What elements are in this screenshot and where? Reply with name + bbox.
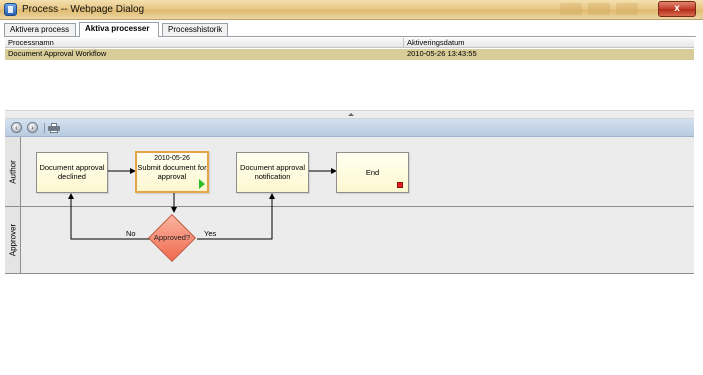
end-label: End bbox=[365, 168, 380, 177]
title-bar: Process -- Webpage Dialog x bbox=[0, 0, 703, 20]
tab-aktivera-process[interactable]: Aktivera process bbox=[4, 23, 76, 36]
close-button[interactable]: x bbox=[658, 1, 696, 17]
back-icon[interactable]: ‹ bbox=[11, 122, 22, 133]
edge-label-no: No bbox=[126, 229, 136, 238]
task-document-approval-declined[interactable]: Document approval declined bbox=[36, 152, 108, 193]
task-submit-document[interactable]: 2010-05-26 Submit document for approval bbox=[135, 151, 209, 193]
task-label: Document approval notification bbox=[239, 163, 306, 181]
decision-approved[interactable]: Approved? bbox=[147, 213, 197, 263]
print-icon[interactable] bbox=[48, 123, 60, 133]
task-date: 2010-05-26 bbox=[154, 155, 190, 162]
forward-icon[interactable]: › bbox=[27, 122, 38, 133]
task-label: Document approval declined bbox=[39, 163, 105, 181]
diagram-toolbar: ‹ › bbox=[5, 119, 694, 137]
edge-label-yes: Yes bbox=[204, 229, 217, 238]
column-header-aktiveringsdatum[interactable]: Aktiveringsdatum bbox=[407, 38, 465, 48]
collapse-up-icon[interactable] bbox=[348, 113, 354, 116]
ie-window-icon bbox=[4, 3, 17, 16]
window-controls bbox=[554, 3, 649, 16]
process-list-header: Processnamn Aktiveringsdatum bbox=[5, 38, 694, 48]
decision-label: Approved? bbox=[153, 233, 191, 242]
stop-icon bbox=[397, 182, 403, 188]
task-label: Submit document for approval bbox=[137, 163, 207, 181]
process-name-cell: Document Approval Workflow bbox=[8, 49, 107, 58]
process-list: Processnamn Aktiveringsdatum Document Ap… bbox=[5, 38, 694, 110]
toolbar-separator bbox=[44, 123, 45, 133]
activation-date-cell: 2010-05-26 13:43:55 bbox=[407, 49, 477, 58]
lane-label-approver: Approver bbox=[8, 223, 17, 257]
end-node[interactable]: End bbox=[336, 152, 409, 193]
play-icon bbox=[199, 179, 205, 189]
task-document-approval-notification[interactable]: Document approval notification bbox=[236, 152, 309, 193]
pane-splitter[interactable] bbox=[5, 110, 694, 119]
window-title: Process -- Webpage Dialog bbox=[22, 4, 145, 15]
swimlane-approver: Approver bbox=[5, 207, 694, 274]
table-row[interactable]: Document Approval Workflow 2010-05-26 13… bbox=[5, 49, 694, 60]
tab-processhistorik[interactable]: Processhistorik bbox=[162, 23, 228, 36]
lane-label-author: Author bbox=[8, 159, 17, 184]
column-header-processnamn[interactable]: Processnamn bbox=[8, 38, 54, 48]
tab-aktiva-processer[interactable]: Aktiva processer bbox=[79, 22, 159, 37]
